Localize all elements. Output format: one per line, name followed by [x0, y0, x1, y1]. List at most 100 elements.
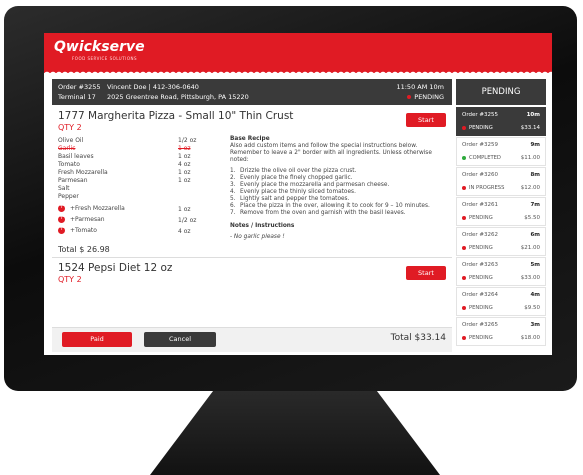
- step-number: 7.: [230, 210, 236, 216]
- order-header: Order #3255 Terminal 17 Vincent Doe | 41…: [52, 79, 452, 105]
- ingredient-qty: 1 oz: [178, 145, 191, 152]
- addon-qty: 1/2 oz: [178, 217, 197, 224]
- pos-screen: Qwickserve FOOD SERVICE SOLUTIONS Order …: [44, 33, 552, 355]
- ingredient-qty: 1 oz: [178, 153, 191, 160]
- status-dot-icon: [462, 305, 466, 310]
- queue-order-status-label: PENDING: [469, 305, 493, 311]
- addon-row: +Tomato 4 oz: [58, 225, 228, 237]
- add-icon: [58, 203, 65, 212]
- queue-order-status-label: COMPLETED: [469, 155, 501, 161]
- ingredient-name: Basil leaves: [58, 153, 94, 160]
- status-dot-icon: [462, 275, 466, 280]
- queue-order-number: Order #3262: [462, 232, 498, 238]
- status-dot-icon: [407, 95, 412, 99]
- item-title: 1777 Margherita Pizza - Small 10" Thin C…: [58, 110, 294, 122]
- queue-order-status: PENDING: [462, 335, 493, 341]
- recipe-step: 3. Evenly place the mozzarella and parmes…: [230, 182, 444, 189]
- queue-order-card[interactable]: Order #3261 7m PENDING $5.50: [456, 197, 546, 226]
- step-text: Evenly place the thinly sliced tomatoes.: [240, 189, 356, 195]
- add-icon: [58, 214, 65, 223]
- item-qty: QTY 2: [58, 275, 82, 284]
- queue-order-status: PENDING: [462, 215, 493, 221]
- ingredient-name: Salt: [58, 185, 70, 192]
- recipe-panel: Base Recipe Also add custom items and fo…: [230, 136, 444, 241]
- queue-order-amount: $33.00: [520, 275, 540, 281]
- monitor-bezel: Qwickserve FOOD SERVICE SOLUTIONS Order …: [4, 6, 577, 391]
- order-status-label: PENDING: [414, 93, 444, 101]
- queue-order-number: Order #3260: [462, 172, 498, 178]
- status-dot-icon: [462, 245, 466, 250]
- notes-heading: Notes / Instructions: [230, 223, 295, 229]
- queue-order-card[interactable]: Order #3262 6m PENDING $21.00: [456, 227, 546, 256]
- queue-order-number: Order #3259: [462, 142, 498, 148]
- queue-order-card[interactable]: Order #3260 8m IN PROGRESS $12.00: [456, 167, 546, 196]
- queue-order-card[interactable]: Order #3263 5m PENDING $33.00: [456, 257, 546, 286]
- queue-order-card[interactable]: Order #3259 9m COMPLETED $11.00: [456, 137, 546, 166]
- queue-order-status-label: PENDING: [469, 275, 493, 281]
- recipe-heading: Base Recipe: [230, 136, 270, 142]
- queue-order-age: 3m: [530, 322, 540, 328]
- recipe-step: 2. Evenly place the finely chopped garlic…: [230, 175, 444, 182]
- ingredient-row: Salt: [58, 185, 218, 193]
- addon-row: +Fresh Mozzarella 1 oz: [58, 203, 228, 215]
- queue-order-card[interactable]: Order #3265 3m PENDING $18.00: [456, 317, 546, 346]
- queue-order-amount: $11.00: [520, 155, 540, 161]
- notes-text: - No garlic please !: [230, 234, 285, 240]
- cancel-button[interactable]: Cancel: [144, 332, 216, 347]
- decorative-edge: [44, 69, 552, 75]
- queue-order-number: Order #3263: [462, 262, 498, 268]
- ingredient-qty: 4 oz: [178, 161, 191, 168]
- ingredient-name: Parmesan: [58, 177, 88, 184]
- order-item: 1777 Margherita Pizza - Small 10" Thin C…: [52, 107, 452, 258]
- paid-button[interactable]: Paid: [62, 332, 132, 347]
- ingredient-qty: 1/2 oz: [178, 137, 197, 144]
- queue-order-status: IN PROGRESS: [462, 185, 504, 191]
- customer-info: Vincent Doe | 412-306-0640: [107, 83, 199, 91]
- queue-order-age: 5m: [530, 262, 540, 268]
- step-text: Lightly salt and pepper the tomatoes.: [240, 196, 350, 202]
- ingredient-name: Pepper: [58, 193, 79, 200]
- ingredient-row: Parmesan 1 oz: [58, 177, 218, 185]
- queue-order-card[interactable]: Order #3255 10m PENDING $33.14: [456, 107, 546, 136]
- ingredient-name: Garlic: [58, 145, 76, 152]
- queue-order-age: 9m: [530, 142, 540, 148]
- queue-order-status: COMPLETED: [462, 155, 501, 161]
- recipe-step: 4. Evenly place the thinly sliced tomatoe…: [230, 189, 444, 196]
- step-text: Remove from the oven and garnish with th…: [240, 210, 406, 216]
- queue-order-number: Order #3261: [462, 202, 498, 208]
- queue-order-age: 6m: [530, 232, 540, 238]
- queue-order-status-label: PENDING: [469, 245, 493, 251]
- addon-name: +Tomato: [70, 227, 97, 234]
- queue-order-status-label: PENDING: [469, 215, 493, 221]
- addon-qty: 1 oz: [178, 206, 191, 213]
- queue-order-age: 7m: [530, 202, 540, 208]
- ingredient-row: Pepper: [58, 193, 218, 201]
- queue-order-number: Order #3255: [462, 112, 498, 118]
- step-text: Place the pizza in the over, allowing it…: [240, 203, 430, 209]
- status-dot-icon: [462, 215, 466, 220]
- item-title: 1524 Pepsi Diet 12 oz: [58, 262, 173, 274]
- queue-order-number: Order #3265: [462, 322, 498, 328]
- step-text: Evenly place the finely chopped garlic.: [240, 175, 353, 181]
- ingredient-name: Tomato: [58, 161, 80, 168]
- ingredient-row-removed: Garlic 1 oz: [58, 145, 218, 153]
- start-button[interactable]: Start: [406, 266, 446, 280]
- action-bar: Paid Cancel Total $33.14: [52, 327, 452, 352]
- queue-order-card[interactable]: Order #3264 4m PENDING $9.50: [456, 287, 546, 316]
- order-time: 11:50 AM 10m: [396, 83, 444, 91]
- start-button[interactable]: Start: [406, 113, 446, 127]
- brand-logo: Qwickserve: [54, 39, 145, 55]
- recipe-intro: Also add custom items and follow the spe…: [230, 143, 432, 163]
- order-item: 1524 Pepsi Diet 12 oz QTY 2 Start: [52, 259, 452, 309]
- recipe-step: 5. Lightly salt and pepper the tomatoes.: [230, 196, 444, 203]
- status-dot-icon: [462, 125, 466, 130]
- queue-order-age: 8m: [530, 172, 540, 178]
- recipe-step: 6. Place the pizza in the over, allowing …: [230, 203, 444, 210]
- addon-name: +Parmesan: [70, 216, 105, 223]
- status-dot-icon: [462, 185, 466, 190]
- order-total: Total $33.14: [390, 333, 446, 343]
- item-total: Total $ 26.98: [58, 245, 110, 254]
- queue-order-status-label: PENDING: [469, 125, 493, 131]
- queue-order-status: PENDING: [462, 245, 493, 251]
- brand-tagline: FOOD SERVICE SOLUTIONS: [72, 56, 138, 61]
